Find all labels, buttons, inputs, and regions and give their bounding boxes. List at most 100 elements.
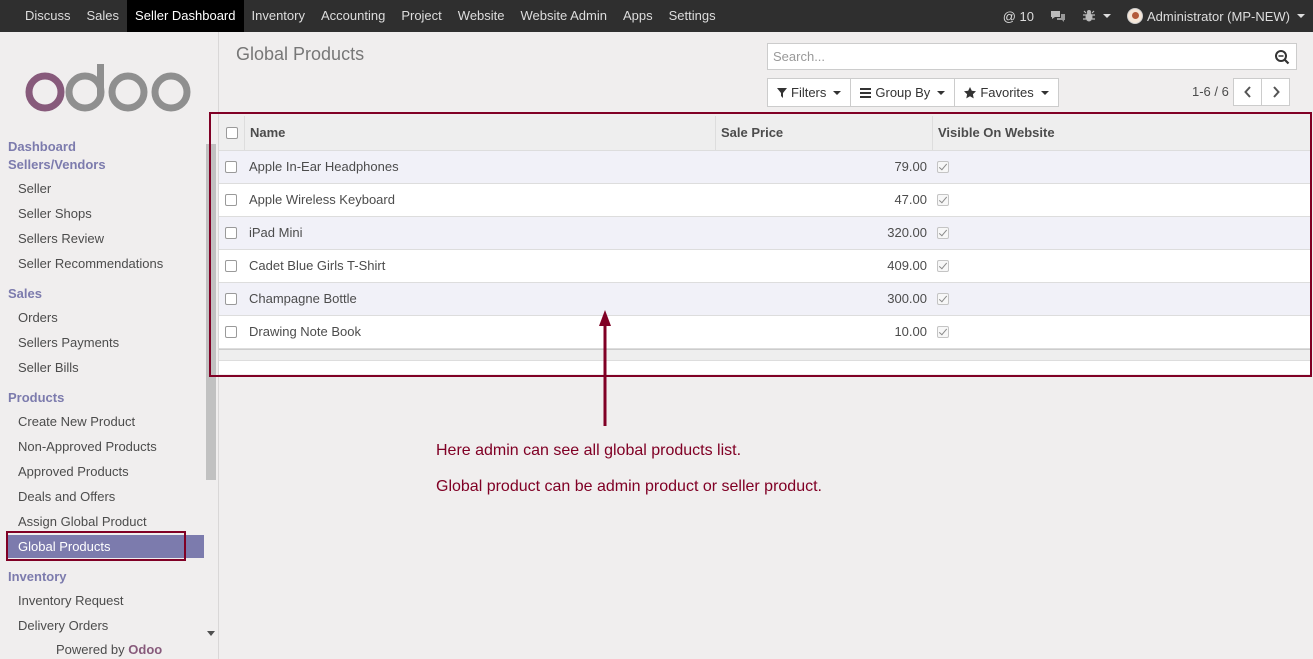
product-price: 320.00	[887, 225, 927, 240]
page-title: Global Products	[236, 44, 365, 64]
filter-icon	[777, 87, 787, 98]
annotation-text-1: Here admin can see all global products l…	[436, 442, 742, 459]
sidebar-item-sellers-review[interactable]: Sellers Review	[18, 231, 104, 246]
scroll-down-icon[interactable]	[207, 631, 215, 636]
powered-prefix: Powered by	[56, 642, 125, 657]
group-by-button[interactable]: Group By	[850, 78, 956, 107]
sidebar-item-non-approved-products[interactable]: Non-Approved Products	[18, 439, 157, 454]
product-name: Apple Wireless Keyboard	[249, 192, 395, 207]
visible-on-website-checkbox	[937, 260, 949, 272]
table-row[interactable]: Cadet Blue Girls T-Shirt 409.00	[219, 250, 1311, 283]
menu-inventory[interactable]: Inventory	[244, 0, 313, 32]
search-options: Filters Group By Favorites	[767, 78, 1059, 107]
top-navbar: Discuss Sales Seller Dashboard Inventory…	[0, 0, 1313, 32]
odoo-logo[interactable]	[25, 64, 195, 112]
chat-icon[interactable]	[1042, 9, 1074, 23]
search-input[interactable]	[768, 44, 1258, 69]
table-row[interactable]: Apple Wireless Keyboard 47.00	[219, 184, 1311, 217]
visible-on-website-checkbox	[937, 227, 949, 239]
sidebar-item-assign-global-product[interactable]: Assign Global Product	[18, 514, 147, 529]
favorites-button[interactable]: Favorites	[954, 78, 1059, 107]
visible-on-website-checkbox	[937, 161, 949, 173]
sidebar-item-orders[interactable]: Orders	[18, 310, 58, 325]
sidebar-item-delivery-orders[interactable]: Delivery Orders	[18, 618, 108, 633]
row-checkbox[interactable]	[225, 194, 237, 206]
menu-project[interactable]: Project	[393, 0, 449, 32]
select-all-cell	[219, 116, 245, 151]
annotation-text-2: Global product can be admin product or s…	[436, 478, 822, 495]
sidebar-section-inventory[interactable]: Inventory	[8, 569, 67, 584]
powered-by: Powered by Odoo	[56, 642, 162, 657]
sidebar-item-sellers-payments[interactable]: Sellers Payments	[18, 335, 119, 350]
menu-settings[interactable]: Settings	[661, 0, 724, 32]
user-menu[interactable]: Administrator (MP-NEW)	[1119, 8, 1313, 24]
table-footer	[219, 349, 1311, 361]
favorites-label: Favorites	[980, 85, 1034, 100]
pager-previous-button[interactable]	[1233, 78, 1262, 106]
menu-apps[interactable]: Apps	[615, 0, 661, 32]
menu-website[interactable]: Website	[450, 0, 513, 32]
product-price: 300.00	[887, 291, 927, 306]
row-checkbox[interactable]	[225, 293, 237, 305]
product-name: Cadet Blue Girls T-Shirt	[249, 258, 386, 273]
visible-on-website-checkbox	[937, 326, 949, 338]
avatar	[1126, 8, 1143, 24]
column-name[interactable]: Name	[244, 116, 716, 151]
user-name: Administrator (MP-NEW)	[1146, 8, 1290, 24]
menu-sales[interactable]: Sales	[79, 0, 128, 32]
sidebar-section-sales[interactable]: Sales	[8, 286, 42, 301]
visible-on-website-checkbox	[937, 293, 949, 305]
menu-discuss[interactable]: Discuss	[17, 0, 79, 32]
debug-bug-icon[interactable]	[1074, 9, 1119, 23]
column-visible-on-website[interactable]: Visible On Website	[932, 116, 1311, 151]
scrollbar-thumb[interactable]	[206, 144, 216, 480]
sidebar-scrollbar[interactable]	[206, 144, 216, 636]
search-box[interactable]	[767, 43, 1297, 70]
product-name: iPad Mini	[249, 225, 303, 240]
sidebar-section-dashboard[interactable]: Dashboard	[8, 139, 76, 154]
pager-next-button[interactable]	[1261, 78, 1290, 106]
filters-label: Filters	[791, 85, 827, 100]
table-row[interactable]: Drawing Note Book 10.00	[219, 316, 1311, 349]
product-price: 47.00	[894, 192, 927, 207]
sidebar-item-inventory-request[interactable]: Inventory Request	[18, 593, 124, 608]
table-row[interactable]: Champagne Bottle 300.00	[219, 283, 1311, 316]
product-price: 409.00	[887, 258, 927, 273]
table-header: Name Sale Price Visible On Website	[219, 116, 1311, 151]
select-all-checkbox[interactable]	[226, 127, 238, 139]
menu-accounting[interactable]: Accounting	[313, 0, 393, 32]
column-sale-price[interactable]: Sale Price	[715, 116, 933, 151]
sidebar-item-seller-recommendations[interactable]: Seller Recommendations	[18, 256, 163, 271]
product-price: 10.00	[894, 324, 927, 339]
sidebar-section-products[interactable]: Products	[8, 390, 64, 405]
sidebar-item-seller-bills[interactable]: Seller Bills	[18, 360, 79, 375]
menu-seller-dashboard[interactable]: Seller Dashboard	[127, 0, 244, 32]
search-icon[interactable]	[1274, 49, 1290, 65]
sidebar-item-create-new-product[interactable]: Create New Product	[18, 414, 135, 429]
sidebar-item-global-products[interactable]: Global Products	[6, 535, 204, 558]
row-checkbox[interactable]	[225, 326, 237, 338]
group-by-label: Group By	[875, 85, 931, 100]
sidebar-item-deals-and-offers[interactable]: Deals and Offers	[18, 489, 115, 504]
mentions-counter[interactable]: @ 10	[995, 9, 1042, 24]
product-price: 79.00	[894, 159, 927, 174]
sidebar-item-seller[interactable]: Seller	[18, 181, 51, 196]
row-checkbox[interactable]	[225, 260, 237, 272]
powered-brand-link[interactable]: Odoo	[128, 642, 162, 657]
table-row[interactable]: iPad Mini 320.00	[219, 217, 1311, 250]
sidebar-item-seller-shops[interactable]: Seller Shops	[18, 206, 92, 221]
product-name: Drawing Note Book	[249, 324, 361, 339]
product-name: Champagne Bottle	[249, 291, 357, 306]
table-row[interactable]: Apple In-Ear Headphones 79.00	[219, 151, 1311, 184]
row-checkbox[interactable]	[225, 161, 237, 173]
pager-buttons	[1233, 78, 1290, 106]
annotation-arrow-icon	[599, 310, 611, 426]
product-name: Apple In-Ear Headphones	[249, 159, 399, 174]
row-checkbox[interactable]	[225, 227, 237, 239]
sidebar-section-sellers-vendors[interactable]: Sellers/Vendors	[8, 157, 106, 172]
pager-value[interactable]: 1-6 / 6	[1192, 84, 1229, 99]
products-list-table: Name Sale Price Visible On Website Apple…	[219, 116, 1311, 374]
filters-button[interactable]: Filters	[767, 78, 852, 107]
menu-website-admin[interactable]: Website Admin	[513, 0, 615, 32]
sidebar-item-approved-products[interactable]: Approved Products	[18, 464, 129, 479]
